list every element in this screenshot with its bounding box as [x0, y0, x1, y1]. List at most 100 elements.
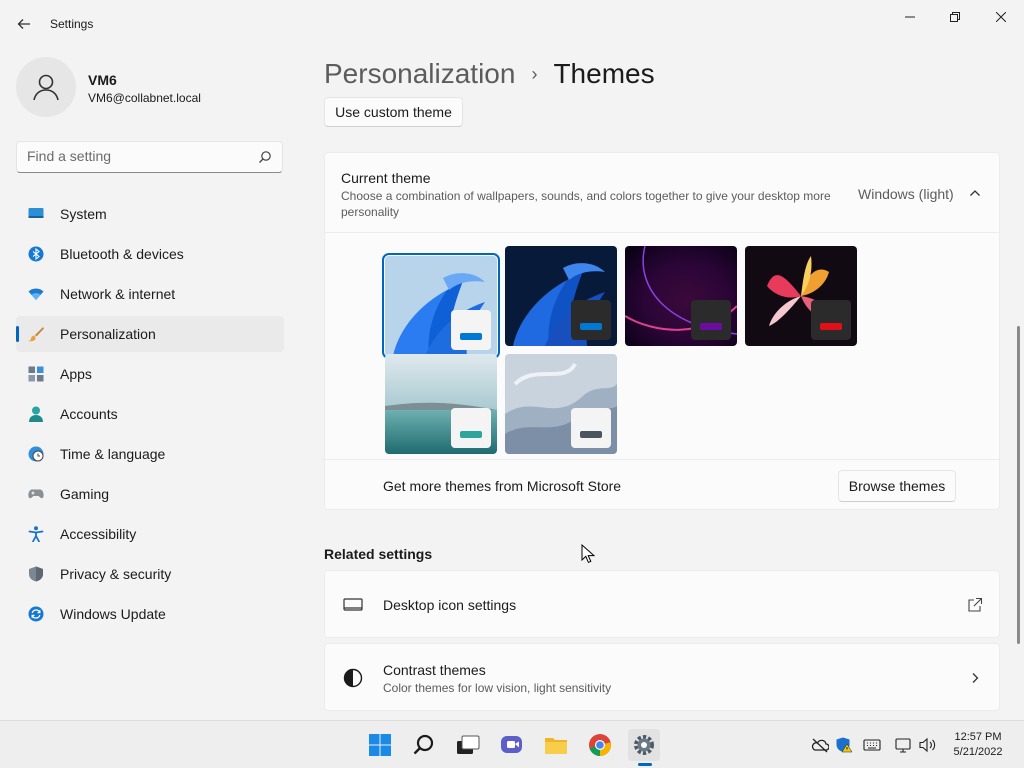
- bluetooth-icon: [28, 246, 44, 262]
- sidebar-item-accessibility[interactable]: Accessibility: [16, 516, 284, 552]
- sidebar-item-time-language[interactable]: Time & language: [16, 436, 284, 472]
- theme-window-preview: [571, 300, 611, 340]
- chrome-icon: [589, 734, 611, 756]
- theme-window-preview: [451, 408, 491, 448]
- system-icon: [28, 208, 44, 218]
- chevron-up-icon: [970, 190, 980, 196]
- breadcrumb-parent[interactable]: Personalization: [324, 58, 515, 90]
- use-custom-theme-button[interactable]: Use custom theme: [324, 97, 463, 127]
- title-bar: Settings: [0, 0, 1024, 48]
- chrome-button[interactable]: [584, 729, 616, 761]
- sidebar-item-label: Bluetooth & devices: [60, 246, 184, 262]
- theme-accent-bar: [460, 431, 482, 438]
- onedrive-icon[interactable]: [811, 737, 829, 753]
- sidebar-item-label: Personalization: [60, 326, 156, 342]
- back-arrow-icon: [17, 19, 30, 29]
- wifi-icon: [28, 288, 44, 300]
- shield-icon: [29, 566, 43, 582]
- current-theme-value: Windows (light): [858, 186, 954, 202]
- volume-icon[interactable]: [919, 737, 937, 753]
- breadcrumb-separator: ›: [531, 63, 538, 84]
- update-icon: [28, 606, 44, 622]
- close-icon: [996, 12, 1006, 22]
- file-explorer-button[interactable]: [540, 729, 572, 761]
- apps-icon: [28, 366, 44, 382]
- settings-app-button[interactable]: [628, 729, 660, 761]
- theme-window-preview: [451, 310, 491, 350]
- theme-tile-windows-dark[interactable]: [505, 246, 617, 346]
- store-row: Get more themes from Microsoft Store Bro…: [325, 459, 999, 511]
- sidebar-item-accounts[interactable]: Accounts: [16, 396, 284, 432]
- restore-button[interactable]: [932, 4, 978, 30]
- app-title: Settings: [50, 17, 94, 31]
- brush-icon: [28, 327, 44, 342]
- taskbar-clock[interactable]: 12:57 PM 5/21/2022: [946, 730, 1010, 760]
- desktop-icon-settings-row[interactable]: Desktop icon settings: [324, 570, 1000, 638]
- sidebar-item-label: Gaming: [60, 486, 110, 502]
- chat-button[interactable]: [496, 729, 528, 761]
- sidebar-item-label: Privacy & security: [60, 566, 172, 582]
- clock-globe-icon: [28, 446, 44, 462]
- accounts-icon: [29, 406, 43, 422]
- theme-window-preview: [691, 300, 731, 340]
- sidebar-item-system[interactable]: System: [16, 196, 284, 232]
- sidebar-nav: System Bluetooth & devices Network & int…: [16, 196, 284, 636]
- theme-tile-glow[interactable]: [625, 246, 737, 346]
- current-theme-card: Current theme Choose a combination of wa…: [324, 152, 1000, 510]
- sidebar-item-label: Network & internet: [60, 286, 176, 302]
- minimize-button[interactable]: [887, 4, 933, 30]
- start-button[interactable]: [364, 729, 396, 761]
- scrollbar[interactable]: [1017, 326, 1020, 644]
- contrast-themes-label: Contrast themes: [383, 662, 486, 678]
- restore-icon: [950, 12, 960, 22]
- breadcrumb: Personalization › Themes: [324, 58, 655, 90]
- desktop-icon-settings-label: Desktop icon settings: [383, 597, 517, 613]
- back-button[interactable]: [12, 12, 36, 36]
- sidebar-item-network[interactable]: Network & internet: [16, 276, 284, 312]
- task-view-button[interactable]: [452, 729, 484, 761]
- contrast-themes-row[interactable]: Contrast themes Color themes for low vis…: [324, 643, 1000, 711]
- network-icon[interactable]: [895, 737, 913, 753]
- close-button[interactable]: [978, 4, 1024, 30]
- file-explorer-icon: [545, 738, 567, 754]
- sidebar-item-apps[interactable]: Apps: [16, 356, 284, 392]
- settings-icon: [634, 735, 654, 755]
- sidebar-item-gaming[interactable]: Gaming: [16, 476, 284, 512]
- avatar[interactable]: [16, 57, 76, 117]
- search-input[interactable]: [27, 148, 247, 164]
- clock-time: 12:57 PM: [954, 731, 1002, 743]
- defender-icon[interactable]: [835, 737, 853, 753]
- search-box[interactable]: [16, 141, 283, 173]
- accessibility-icon: [28, 526, 44, 542]
- taskbar-search-button[interactable]: [408, 729, 440, 761]
- sidebar-item-label: Windows Update: [60, 606, 166, 622]
- theme-window-preview: [571, 408, 611, 448]
- sidebar-item-label: Accessibility: [60, 526, 137, 542]
- sidebar-item-privacy[interactable]: Privacy & security: [16, 556, 284, 592]
- sidebar-item-label: System: [60, 206, 107, 222]
- theme-tile-sunrise[interactable]: [385, 354, 497, 454]
- theme-accent-bar: [580, 431, 602, 438]
- theme-tile-windows-light[interactable]: [382, 253, 500, 359]
- current-theme-header[interactable]: Current theme Choose a combination of wa…: [325, 153, 999, 233]
- page-title: Themes: [553, 58, 655, 89]
- sidebar-item-windows-update[interactable]: Windows Update: [16, 596, 284, 632]
- keyboard-icon[interactable]: [863, 737, 881, 753]
- contrast-themes-subtitle: Color themes for low vision, light sensi…: [383, 681, 612, 695]
- profile-email: VM6@collabnet.local: [88, 91, 201, 105]
- task-view-icon: [457, 735, 480, 754]
- minimize-icon: [905, 16, 915, 18]
- external-link-icon: [968, 597, 983, 612]
- sidebar-item-personalization[interactable]: Personalization: [16, 316, 284, 352]
- desktop-icon: [343, 598, 363, 611]
- start-icon: [369, 734, 391, 756]
- theme-accent-bar: [820, 323, 842, 330]
- theme-tile-captured-motion[interactable]: [745, 246, 857, 346]
- theme-tile-flow[interactable]: [505, 354, 617, 454]
- gamepad-icon: [28, 489, 44, 499]
- sidebar-item-bluetooth[interactable]: Bluetooth & devices: [16, 236, 284, 272]
- active-app-indicator: [638, 763, 652, 766]
- theme-accent-bar: [580, 323, 602, 330]
- chevron-right-icon: [972, 673, 979, 683]
- browse-themes-button[interactable]: Browse themes: [838, 470, 956, 502]
